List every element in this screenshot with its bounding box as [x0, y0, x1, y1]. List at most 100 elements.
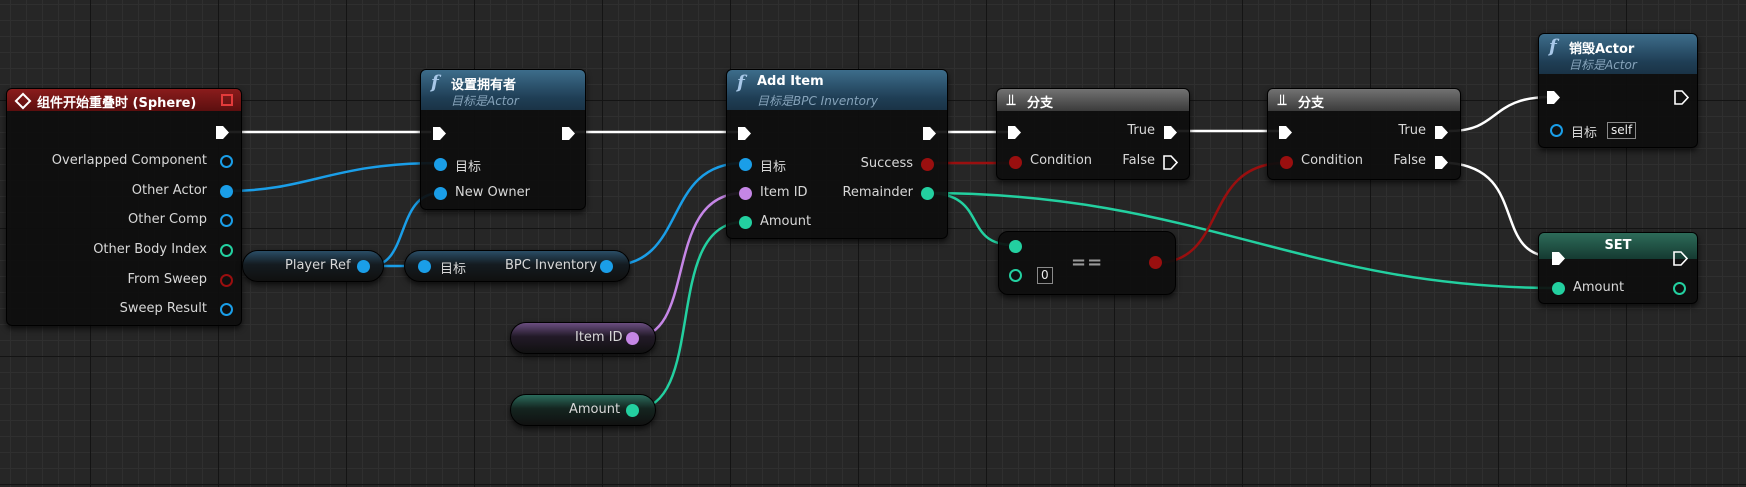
set-amount-out-pin-icon[interactable] — [1673, 282, 1686, 295]
set-owner-new-owner-pin-icon[interactable] — [434, 187, 447, 200]
add-item-exec-in-pin-icon[interactable] — [737, 126, 752, 141]
destroy-actor-exec-out-pin-icon[interactable] — [1674, 90, 1689, 105]
event-node-title: 组件开始重叠时 (Sphere) — [37, 96, 197, 111]
add-item-success-pin-icon[interactable] — [921, 158, 934, 171]
branch-1-false-pin-icon[interactable] — [1163, 155, 1178, 170]
add-item-target-label: 目标 — [760, 160, 787, 175]
player-ref-variable-node[interactable]: Player Ref — [242, 250, 384, 282]
wire-bpcinventory-to-additem-target — [606, 161, 746, 268]
set-amount-in-pin-icon[interactable] — [1552, 282, 1565, 295]
branch-2-exec-in-pin-icon[interactable] — [1278, 125, 1293, 140]
branch-2-true-label: True — [1398, 123, 1426, 138]
event-node-header[interactable]: 组件开始重叠时 (Sphere) — [7, 89, 241, 111]
pin-label-overlapped-component: Overlapped Component — [51, 153, 207, 168]
amount-var-label: Amount — [569, 402, 621, 417]
set-owner-target-pin-icon[interactable] — [434, 158, 447, 171]
wire-otheractor-to-target — [225, 161, 442, 193]
add-item-function-node[interactable]: f Add Item 目标是BPC Inventory 目标 Item ID A… — [726, 69, 948, 239]
add-item-item-id-label: Item ID — [760, 185, 808, 200]
branch-2-condition-pin-icon[interactable] — [1280, 156, 1293, 169]
branch-2-false-label: False — [1393, 153, 1426, 168]
set-amount-node[interactable]: SET Amount — [1538, 232, 1698, 304]
bpc-inventory-out-pin-icon[interactable] — [600, 260, 613, 273]
amount-variable-node[interactable]: Amount — [510, 394, 656, 426]
set-owner-exec-in-pin-icon[interactable] — [432, 126, 447, 141]
event-diamond-icon — [14, 92, 32, 110]
branch-1-header[interactable]: ⫫ 分支 — [997, 89, 1189, 111]
add-item-remainder-pin-icon[interactable] — [921, 187, 934, 200]
overlapped-component-pin-icon[interactable] — [220, 155, 233, 168]
other-actor-pin-icon[interactable] — [220, 185, 233, 198]
set-owner-new-owner-label: New Owner — [455, 185, 530, 200]
amount-out-pin-icon[interactable] — [626, 404, 639, 417]
destroy-actor-header[interactable]: f 销毁Actor 目标是Actor — [1539, 34, 1697, 74]
bpc-inventory-getter-node[interactable]: 目标 BPC Inventory — [404, 250, 630, 282]
player-ref-label: Player Ref — [285, 258, 351, 273]
branch-1-true-pin-icon[interactable] — [1163, 125, 1178, 140]
pin-label-other-actor: Other Actor — [131, 183, 207, 198]
set-exec-out-pin-icon[interactable] — [1673, 251, 1688, 266]
item-id-var-label: Item ID — [575, 330, 623, 345]
event-component-begin-overlap-node[interactable]: 组件开始重叠时 (Sphere) Overlapped Component Ot… — [6, 88, 242, 326]
bpc-inventory-target-pin-icon[interactable] — [418, 260, 431, 273]
destroy-actor-target-pin-icon[interactable] — [1550, 124, 1563, 137]
add-item-item-id-pin-icon[interactable] — [739, 187, 752, 200]
pin-label-from-sweep: From Sweep — [127, 272, 207, 287]
add-item-amount-pin-icon[interactable] — [739, 216, 752, 229]
branch-1-condition-pin-icon[interactable] — [1009, 156, 1022, 169]
other-comp-pin-icon[interactable] — [220, 214, 233, 227]
set-exec-in-pin-icon[interactable] — [1551, 251, 1566, 266]
pin-label-other-body-index: Other Body Index — [93, 242, 207, 257]
set-amount-label: Amount — [1573, 280, 1625, 295]
item-id-out-pin-icon[interactable] — [626, 332, 639, 345]
add-item-amount-label: Amount — [760, 214, 812, 229]
bpc-inventory-target-label: 目标 — [440, 262, 467, 277]
branch-2-false-pin-icon[interactable] — [1434, 155, 1449, 170]
destroy-actor-target-value[interactable]: self — [1607, 122, 1637, 139]
destroy-actor-title: 销毁Actor — [1569, 42, 1635, 57]
branch-1-exec-in-pin-icon[interactable] — [1007, 125, 1022, 140]
branch-2-header[interactable]: ⫫ 分支 — [1268, 89, 1460, 111]
destroy-actor-target-label: 目标 — [1571, 126, 1598, 141]
branch-node-2[interactable]: ⫫ 分支 True Condition False — [1267, 88, 1461, 180]
add-item-subtitle: 目标是BPC Inventory — [757, 94, 878, 108]
add-item-header[interactable]: f Add Item 目标是BPC Inventory — [727, 70, 947, 110]
pin-label-other-comp: Other Comp — [128, 212, 207, 227]
event-delegate-pin-icon[interactable] — [221, 94, 233, 106]
equals-operator: == — [1071, 252, 1104, 273]
set-node-title: SET — [1604, 238, 1632, 253]
destroy-actor-exec-in-pin-icon[interactable] — [1546, 90, 1561, 105]
add-item-target-pin-icon[interactable] — [739, 158, 752, 171]
set-owner-exec-out-pin-icon[interactable] — [561, 126, 576, 141]
player-ref-out-pin-icon[interactable] — [357, 260, 370, 273]
branch-2-true-pin-icon[interactable] — [1434, 125, 1449, 140]
other-body-index-pin-icon[interactable] — [220, 244, 233, 257]
add-item-exec-out-pin-icon[interactable] — [922, 126, 937, 141]
sweep-result-pin-icon[interactable] — [220, 303, 233, 316]
branch-node-1[interactable]: ⫫ 分支 True Condition False — [996, 88, 1190, 180]
equals-output-pin-icon[interactable] — [1149, 256, 1162, 269]
equals-literal-input[interactable]: 0 — [1037, 267, 1053, 284]
branch-icon: ⫫ — [1278, 91, 1287, 109]
function-f-icon: f — [737, 72, 745, 93]
equals-input-a-pin-icon[interactable] — [1009, 240, 1022, 253]
add-item-success-label: Success — [860, 156, 913, 171]
branch-icon: ⫫ — [1007, 91, 1016, 109]
branch-1-true-label: True — [1127, 123, 1155, 138]
branch-2-title: 分支 — [1298, 96, 1325, 111]
add-item-title: Add Item — [757, 74, 824, 89]
set-owner-function-node[interactable]: f 设置拥有者 目标是Actor 目标 New Owner — [420, 69, 586, 210]
equals-input-b-pin-icon[interactable] — [1009, 269, 1022, 282]
event-exec-out-pin-icon[interactable] — [215, 125, 230, 140]
add-item-remainder-label: Remainder — [842, 185, 913, 200]
branch-1-condition-label: Condition — [1030, 153, 1093, 168]
set-owner-target-label: 目标 — [455, 160, 482, 175]
branch-2-condition-label: Condition — [1301, 153, 1364, 168]
set-owner-header[interactable]: f 设置拥有者 目标是Actor — [421, 70, 585, 110]
item-id-variable-node[interactable]: Item ID — [510, 322, 656, 354]
from-sweep-pin-icon[interactable] — [220, 274, 233, 287]
function-f-icon: f — [1549, 36, 1557, 57]
destroy-actor-function-node[interactable]: f 销毁Actor 目标是Actor 目标 self — [1538, 33, 1698, 148]
function-f-icon: f — [431, 72, 439, 93]
equals-node[interactable]: 0 == — [998, 231, 1176, 295]
